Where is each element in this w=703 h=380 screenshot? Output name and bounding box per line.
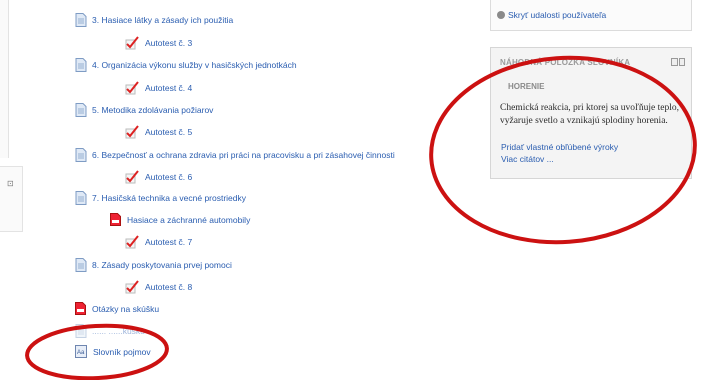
course-item-label: Autotest č. 8 [145,282,193,292]
left-block-edge [0,0,9,158]
course-item-label: 6. Bezpečnosť a ochrana zdravia pri prác… [92,150,395,160]
hide-user-events-link[interactable]: Skryť udalosti používateľa [497,10,606,20]
course-item-label: Autotest č. 7 [145,237,193,247]
course-item-label: 8. Zásady poskytovania prvej pomoci [92,260,232,270]
checkmark-quiz-icon [125,235,139,249]
course-item-file[interactable]: Hasiace a záchranné automobily [110,213,250,226]
course-item-label: Otázky na skúšku [92,303,160,314]
checkmark-quiz-icon [125,36,139,50]
course-item-resource[interactable]: 4. Organizácia výkonu služby v hasičskýc… [75,58,297,72]
more-quotes-link[interactable]: Viac citátov ... [501,154,554,164]
collapse-icon[interactable]: ⊡ [7,179,14,188]
eye-icon [497,11,505,19]
course-item-label: ...... ......kúšku [92,326,145,336]
course-item-quiz[interactable]: Autotest č. 3 [125,36,192,50]
glossary-definition: Chemická reakcia, pri ktorej sa uvoľňuje… [500,103,680,126]
checkmark-quiz-icon [125,125,139,139]
block-controls[interactable] [671,58,685,66]
checkmark-quiz-icon [125,81,139,95]
dock-icon[interactable] [678,58,685,66]
course-item-quiz[interactable]: Autotest č. 5 [125,125,192,139]
course-item-label: Autotest č. 6 [145,172,193,182]
glossary-icon: Aa [75,345,87,358]
course-item-label: Slovník pojmov [93,346,151,357]
add-quotes-link[interactable]: Pridať vlastné obľúbené výroky [501,142,618,152]
course-item-label: 5. Metodika zdolávania požiarov [92,105,214,115]
checkmark-quiz-icon [125,170,139,184]
course-item-label: Autotest č. 3 [145,38,193,48]
document-icon [75,258,87,272]
document-icon [75,324,87,338]
course-item-resource[interactable]: ...... ......kúšku [75,324,145,338]
left-block-edge-2: ⊡ [0,166,23,232]
course-item-label: 7. Hasičská technika a vecné prostriedky [92,193,247,203]
block-title: NÁHODNÁ POLOŽKA SLOVNÍKA [500,58,631,67]
course-item-resource[interactable]: 3. Hasiace látky a zásady ich použitia [75,13,233,27]
glossary-term: HORENIE [508,82,545,91]
document-icon [75,148,87,162]
course-item-quiz[interactable]: Autotest č. 6 [125,170,192,184]
course-item-label: Hasiace a záchranné automobily [127,214,251,225]
random-glossary-block: NÁHODNÁ POLOŽKA SLOVNÍKA HORENIE Chemick… [490,47,692,179]
document-icon [75,103,87,117]
course-item-label: 3. Hasiace látky a zásady ich použitia [92,15,234,25]
document-icon [75,58,87,72]
hide-user-events-label: Skryť udalosti používateľa [508,10,607,20]
svg-text:Aa: Aa [77,350,85,356]
pdf-icon [75,302,86,315]
document-icon [75,191,87,205]
pdf-icon [110,213,121,226]
course-item-resource[interactable]: 8. Zásady poskytovania prvej pomoci [75,258,232,272]
course-item-resource[interactable]: 7. Hasičská technika a vecné prostriedky [75,191,246,205]
document-icon [75,13,87,27]
course-item-quiz[interactable]: Autotest č. 4 [125,81,192,95]
course-item-resource[interactable]: 5. Metodika zdolávania požiarov [75,103,213,117]
course-item-label: Autotest č. 4 [145,83,193,93]
collapse-icon[interactable] [671,58,678,66]
checkmark-quiz-icon [125,280,139,294]
course-item-glossary[interactable]: Aa Slovník pojmov [75,345,151,358]
course-item-quiz[interactable]: Autotest č. 7 [125,235,192,249]
course-item-resource[interactable]: 6. Bezpečnosť a ochrana zdravia pri prác… [75,148,395,162]
course-item-label: Autotest č. 5 [145,127,193,137]
course-item-label: 4. Organizácia výkonu služby v hasičskýc… [92,60,297,70]
course-item-file[interactable]: Otázky na skúšku [75,302,159,315]
course-item-quiz[interactable]: Autotest č. 8 [125,280,192,294]
